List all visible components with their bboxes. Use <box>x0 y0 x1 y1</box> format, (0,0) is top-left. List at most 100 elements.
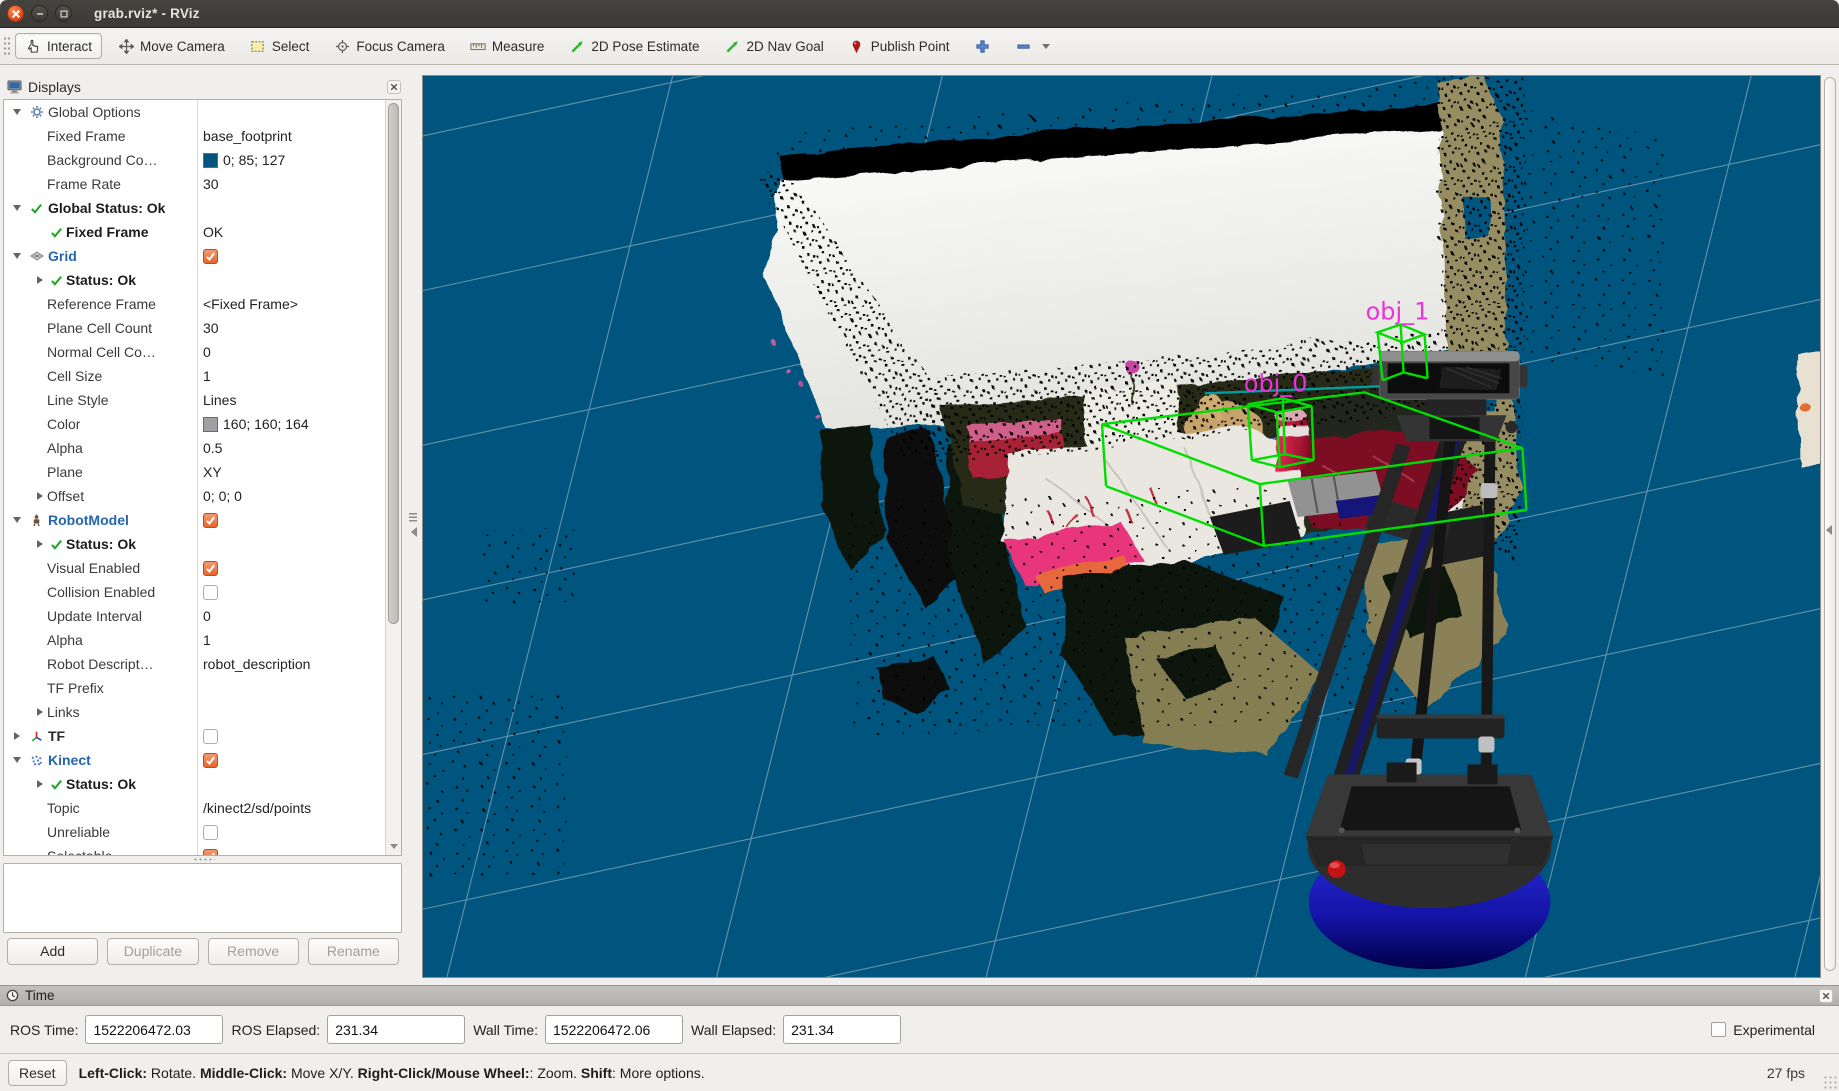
row-value[interactable] <box>197 556 384 580</box>
collapse-right-icon[interactable] <box>1826 525 1832 535</box>
tree-row-alpha[interactable]: Alpha1 <box>4 628 384 652</box>
tree-row-update-interval[interactable]: Update Interval0 <box>4 604 384 628</box>
checkbox-checked-icon[interactable] <box>203 753 218 768</box>
checkbox-unchecked[interactable] <box>203 729 218 744</box>
right-panel-strip[interactable] <box>1821 75 1839 985</box>
minimize-button[interactable] <box>31 5 48 22</box>
tree-row-plane-cell-count[interactable]: Plane Cell Count30 <box>4 316 384 340</box>
tree-row-kinect[interactable]: Kinect <box>4 748 384 772</box>
row-value[interactable] <box>197 820 384 844</box>
rename-button[interactable]: Rename <box>308 938 399 965</box>
expander-closed-icon[interactable] <box>32 780 47 788</box>
row-value[interactable] <box>197 748 384 772</box>
tree-row-tf[interactable]: TF <box>4 724 384 748</box>
tree-row-visual-enabled[interactable]: Visual Enabled <box>4 556 384 580</box>
row-value[interactable]: XY <box>197 460 384 484</box>
tree-row-line-style[interactable]: Line StyleLines <box>4 388 384 412</box>
expander-open-icon[interactable] <box>8 253 25 259</box>
row-value[interactable] <box>197 700 384 724</box>
row-value[interactable] <box>197 580 384 604</box>
checkbox-unchecked[interactable] <box>203 825 218 840</box>
tree-row-background-co[interactable]: Background Co…0; 85; 127 <box>4 148 384 172</box>
tree-row-global-options[interactable]: Global Options <box>4 100 384 124</box>
row-value[interactable] <box>197 772 384 796</box>
row-value[interactable] <box>197 532 384 556</box>
tree-resize-handle[interactable] <box>3 856 405 863</box>
expander-closed-icon[interactable] <box>32 276 47 284</box>
row-value[interactable] <box>197 676 384 700</box>
row-value[interactable]: 0 <box>197 340 384 364</box>
tool-remove-tool-icon[interactable] <box>1007 34 1059 58</box>
tree-row-reference-frame[interactable]: Reference Frame<Fixed Frame> <box>4 292 384 316</box>
row-value[interactable]: 1 <box>197 628 384 652</box>
tree-row-color[interactable]: Color160; 160; 164 <box>4 412 384 436</box>
tool-focus-camera[interactable]: Focus Camera <box>325 34 454 58</box>
tree-row-offset[interactable]: Offset0; 0; 0 <box>4 484 384 508</box>
tree-row-robot-descript[interactable]: Robot Descript…robot_description <box>4 652 384 676</box>
tree-row-normal-cell-co[interactable]: Normal Cell Co…0 <box>4 340 384 364</box>
time-panel-header[interactable]: Time <box>0 985 1839 1006</box>
row-value[interactable]: 1 <box>197 364 384 388</box>
tool-move-camera[interactable]: Move Camera <box>109 34 234 58</box>
scrollbar-thumb[interactable] <box>388 103 399 624</box>
tool-add-tool-icon[interactable] <box>966 34 1000 58</box>
tree-row-plane[interactable]: PlaneXY <box>4 460 384 484</box>
row-value[interactable]: robot_description <box>197 652 384 676</box>
tree-row-fixed-frame[interactable]: Fixed Framebase_footprint <box>4 124 384 148</box>
tree-row-grid[interactable]: Grid <box>4 244 384 268</box>
tree-row-cell-size[interactable]: Cell Size1 <box>4 364 384 388</box>
row-value[interactable]: 0 <box>197 604 384 628</box>
remove-button[interactable]: Remove <box>208 938 299 965</box>
row-value[interactable] <box>197 196 384 220</box>
row-value[interactable]: 0; 0; 0 <box>197 484 384 508</box>
time-field-input[interactable]: 1522206472.03 <box>85 1015 223 1044</box>
row-value[interactable] <box>197 724 384 748</box>
time-field-input[interactable]: 231.34 <box>783 1015 901 1044</box>
tree-row-tf-prefix[interactable]: TF Prefix <box>4 676 384 700</box>
panel-splitter[interactable] <box>405 75 422 985</box>
tree-row-topic[interactable]: Topic/kinect2/sd/points <box>4 796 384 820</box>
row-value[interactable]: OK <box>197 220 384 244</box>
expander-closed-icon[interactable] <box>32 708 47 716</box>
tree-row-global-status-ok[interactable]: Global Status: Ok <box>4 196 384 220</box>
row-value[interactable]: Lines <box>197 388 384 412</box>
tree-scrollbar[interactable] <box>385 100 401 855</box>
render-viewport[interactable]: obj_0 obj_1 <box>422 75 1821 978</box>
maximize-button[interactable] <box>55 5 72 22</box>
expander-closed-icon[interactable] <box>8 732 25 740</box>
reset-button[interactable]: Reset <box>8 1060 67 1086</box>
toolbar-grip-handle[interactable] <box>3 36 10 56</box>
tree-row-unreliable[interactable]: Unreliable <box>4 820 384 844</box>
checkbox-unchecked[interactable] <box>203 585 218 600</box>
tree-row-status-ok[interactable]: Status: Ok <box>4 268 384 292</box>
expander-open-icon[interactable] <box>8 757 25 763</box>
tree-row-status-ok[interactable]: Status: Ok <box>4 772 384 796</box>
row-value[interactable]: <Fixed Frame> <box>197 292 384 316</box>
row-value[interactable]: 30 <box>197 316 384 340</box>
row-value[interactable] <box>197 508 384 532</box>
row-value[interactable] <box>197 844 384 856</box>
tool-interact[interactable]: Interact <box>15 33 102 59</box>
row-value[interactable] <box>197 268 384 292</box>
expander-closed-icon[interactable] <box>32 540 47 548</box>
checkbox-checked-icon[interactable] <box>203 849 218 857</box>
tree-row-frame-rate[interactable]: Frame Rate30 <box>4 172 384 196</box>
row-value[interactable] <box>197 100 384 124</box>
duplicate-button[interactable]: Duplicate <box>107 938 198 965</box>
tool-measure[interactable]: Measure <box>461 34 554 58</box>
row-value[interactable]: 0; 85; 127 <box>197 148 384 172</box>
expander-closed-icon[interactable] <box>32 492 47 500</box>
row-value[interactable]: 160; 160; 164 <box>197 412 384 436</box>
displays-close-icon[interactable] <box>387 80 401 94</box>
displays-tree[interactable]: Global OptionsFixed Framebase_footprintB… <box>3 99 402 856</box>
dropdown-arrow-icon[interactable] <box>1042 44 1050 49</box>
tree-row-fixed-frame[interactable]: Fixed FrameOK <box>4 220 384 244</box>
tree-row-status-ok[interactable]: Status: Ok <box>4 532 384 556</box>
tree-row-robotmodel[interactable]: RobotModel <box>4 508 384 532</box>
tool-select[interactable]: Select <box>241 34 319 58</box>
tree-row-links[interactable]: Links <box>4 700 384 724</box>
checkbox-checked-icon[interactable] <box>203 561 218 576</box>
expander-open-icon[interactable] <box>8 517 25 523</box>
window-resize-grip[interactable] <box>1823 1075 1837 1089</box>
add-button[interactable]: Add <box>7 938 98 965</box>
